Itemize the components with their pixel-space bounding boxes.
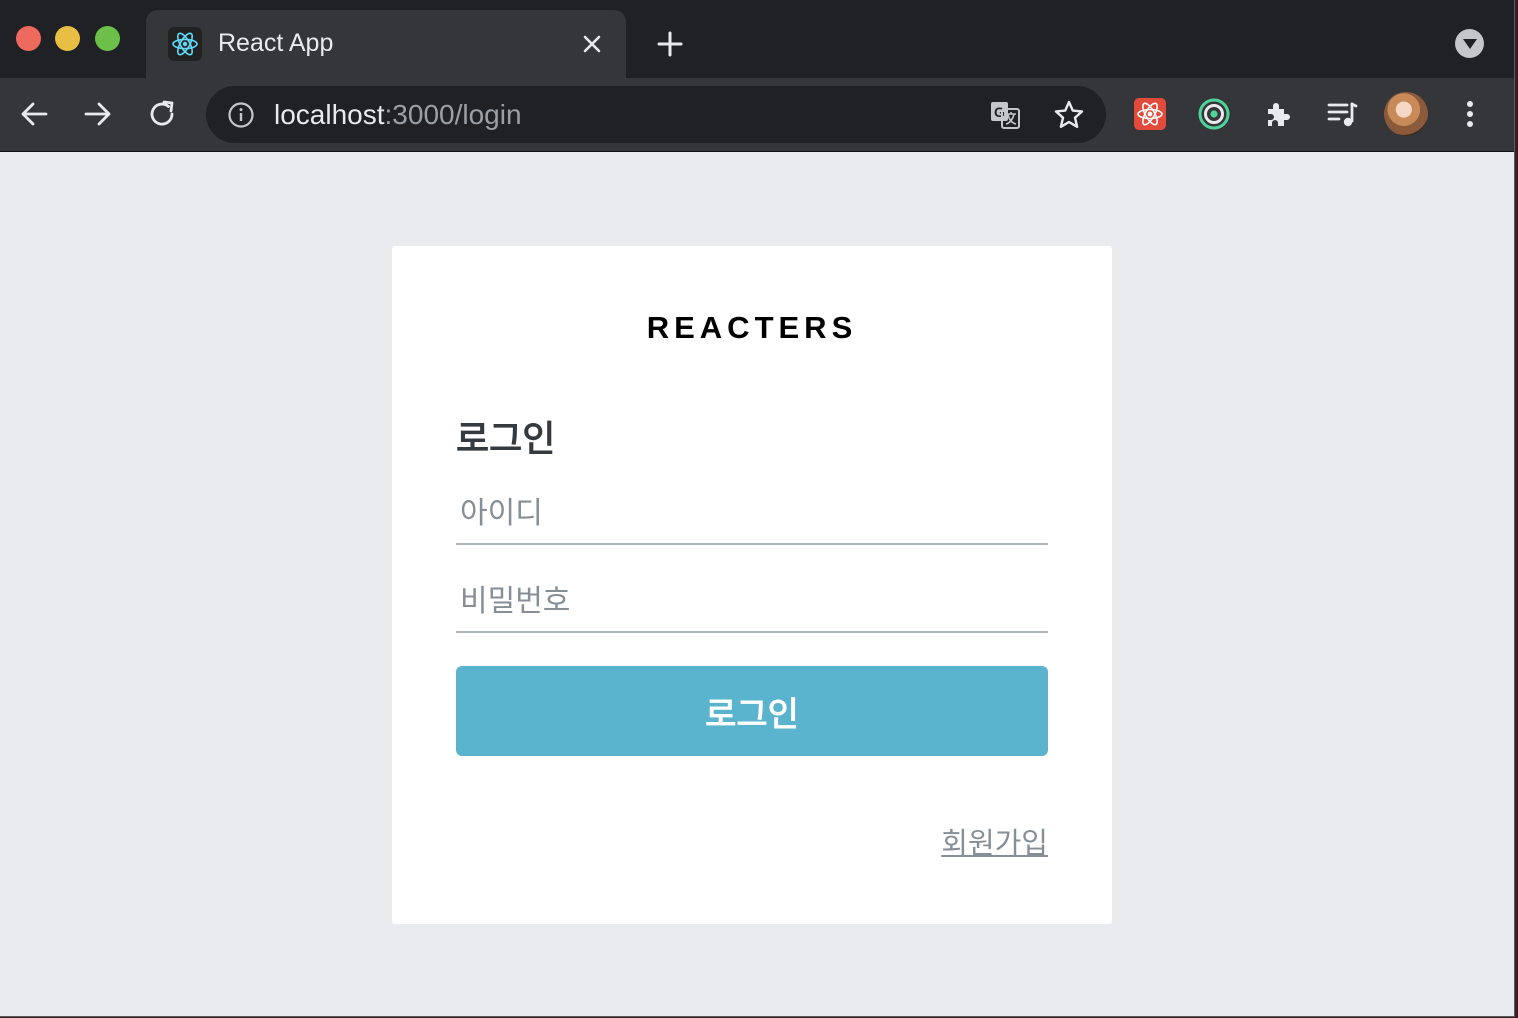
login-button[interactable]: 로그인 bbox=[456, 666, 1048, 756]
media-playlist-icon[interactable] bbox=[1322, 94, 1362, 134]
tab-title: React App bbox=[218, 29, 334, 57]
brand-logo-text[interactable]: REACTERS bbox=[0, 310, 1504, 346]
browser-window: React App localhost:3000/login G REACTER… bbox=[0, 0, 1515, 1017]
tab-search-chevron-icon[interactable] bbox=[1455, 29, 1484, 58]
minimize-window-button[interactable] bbox=[55, 26, 80, 51]
translate-icon[interactable]: G bbox=[988, 98, 1022, 132]
url-text[interactable]: localhost:3000/login bbox=[274, 99, 522, 131]
close-window-button[interactable] bbox=[16, 26, 41, 51]
url-host: localhost bbox=[274, 99, 385, 130]
tab-strip: React App bbox=[0, 0, 1514, 78]
url-path: :3000/login bbox=[384, 99, 522, 130]
browser-toolbar: localhost:3000/login G bbox=[0, 78, 1514, 152]
close-tab-icon[interactable] bbox=[576, 28, 608, 60]
signup-link[interactable]: 회원가입 bbox=[941, 820, 1048, 862]
page-title: 로그인 bbox=[456, 418, 556, 459]
site-info-icon[interactable] bbox=[226, 100, 255, 129]
puzzle-extensions-icon[interactable] bbox=[1258, 94, 1298, 134]
new-tab-plus-icon[interactable] bbox=[652, 26, 688, 62]
svg-text:G: G bbox=[994, 104, 1005, 120]
reload-icon[interactable] bbox=[142, 94, 182, 134]
react-devtools-icon[interactable] bbox=[1130, 94, 1170, 134]
profile-avatar[interactable] bbox=[1384, 92, 1428, 136]
browser-tab[interactable]: React App bbox=[146, 10, 626, 78]
react-logo-icon bbox=[168, 27, 202, 61]
kebab-menu-icon[interactable] bbox=[1450, 94, 1490, 134]
password-input[interactable] bbox=[456, 571, 1048, 633]
target-extension-icon[interactable] bbox=[1194, 94, 1234, 134]
bookmark-star-icon[interactable] bbox=[1052, 98, 1086, 132]
maximize-window-button[interactable] bbox=[95, 26, 120, 51]
back-arrow-icon[interactable] bbox=[14, 94, 54, 134]
forward-arrow-icon[interactable] bbox=[78, 94, 118, 134]
address-bar[interactable]: localhost:3000/login G bbox=[206, 86, 1106, 143]
username-input[interactable] bbox=[456, 483, 1048, 545]
